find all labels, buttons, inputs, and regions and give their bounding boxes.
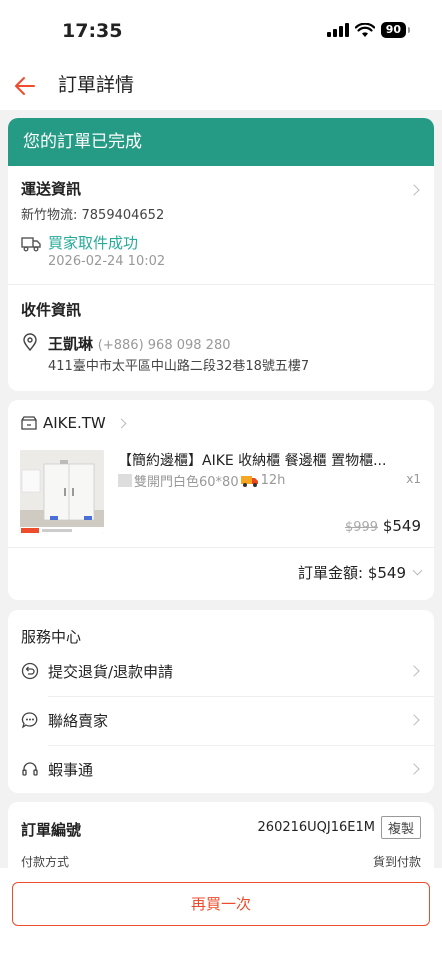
recipient-name-line: 王凱琳 (+886) 968 098 280	[48, 333, 230, 354]
recipient-info-title: 收件資訊	[21, 301, 82, 319]
headset-icon	[22, 762, 38, 776]
status-icons: 90	[326, 22, 411, 38]
chevron-right-icon	[408, 714, 420, 726]
shipping-badge: 12h	[260, 473, 286, 488]
shop-header[interactable]: AIKE.TW	[21, 414, 127, 432]
page-title: 訂單詳情	[58, 74, 135, 96]
return-refund-label: 提交退貨/退款申請	[48, 663, 174, 681]
return-refund-request-row[interactable]: 提交退貨/退款申請	[8, 647, 434, 696]
chevron-right-icon	[408, 184, 420, 196]
variant-color-swatch	[118, 474, 132, 487]
back-arrow-icon[interactable]	[12, 72, 40, 100]
return-icon	[21, 662, 39, 680]
service-center-card: 服務中心 提交退貨/退款申請 聯絡賣家 蝦事通	[8, 610, 434, 793]
sale-price: $549	[382, 517, 421, 535]
shipping-event: 買家取件成功	[48, 234, 139, 252]
divider	[8, 547, 434, 548]
wifi-icon	[354, 22, 375, 37]
nav-bar: 訂單詳情	[0, 62, 442, 110]
recipient-name: 王凱琳	[48, 335, 94, 353]
shop-order-card: AIKE.TW 【簡約邊櫃】AIKE 收納櫃 餐邊櫃 置物櫃... 雙開門白色6…	[8, 400, 434, 600]
order-status-card: 您的訂單已完成 運送資訊 新竹物流: 7859404652 買家取件成功 202…	[8, 118, 434, 391]
original-price: $999	[344, 520, 379, 535]
battery-indicator: 90	[380, 22, 411, 38]
recipient-address: 411臺中市太平區中山路二段32巷18號五樓7	[48, 359, 310, 374]
chevron-right-icon	[408, 763, 420, 775]
product-variant-line: 雙開門白色60*80 12h	[118, 471, 285, 490]
shop-name: AIKE.TW	[43, 414, 106, 432]
customer-service-label: 蝦事通	[48, 761, 94, 779]
product-price-line: $999 $549	[345, 517, 421, 535]
product-title: 【簡約邊櫃】AIKE 收納櫃 餐邊櫃 置物櫃...	[118, 453, 387, 469]
location-pin-icon	[23, 333, 37, 351]
chat-icon	[21, 712, 38, 729]
shop-icon	[21, 416, 37, 430]
status-bar: 17:35 90	[0, 0, 442, 62]
product-qty: x1	[406, 472, 421, 486]
chevron-right-icon	[116, 418, 127, 428]
signal-icon	[326, 23, 349, 37]
product-thumbnail	[20, 450, 104, 534]
service-center-title: 服務中心	[21, 628, 82, 646]
chevron-down-icon	[412, 565, 423, 576]
order-number-label: 訂單編號	[21, 821, 82, 839]
order-number-row: 260216UQJ16E1M 複製	[258, 816, 421, 839]
buy-again-button[interactable]: 再買一次	[12, 882, 430, 926]
recipient-phone: (+886) 968 098 280	[97, 338, 231, 353]
fast-shipping-truck-icon	[240, 475, 258, 487]
truck-icon	[21, 237, 41, 252]
order-completed-banner: 您的訂單已完成	[8, 118, 434, 166]
contact-seller-row[interactable]: 聯絡賣家	[8, 696, 434, 745]
product-variant: 雙開門白色60*80	[134, 475, 239, 490]
order-number: 260216UQJ16E1M	[257, 820, 375, 835]
status-time: 17:35	[62, 20, 123, 42]
bottom-action-bar: 再買一次	[0, 868, 442, 960]
tracking-number: 新竹物流: 7859404652	[21, 208, 165, 223]
copy-button[interactable]: 複製	[380, 816, 421, 839]
contact-seller-label: 聯絡賣家	[48, 712, 109, 730]
order-total-row[interactable]: 訂單金額: $549	[298, 562, 423, 583]
customer-service-row[interactable]: 蝦事通	[8, 745, 434, 793]
recipient-info-section: 收件資訊 王凱琳 (+886) 968 098 280 411臺中市太平區中山路…	[8, 285, 434, 385]
shipping-info-section[interactable]: 運送資訊 新竹物流: 7859404652 買家取件成功 2026-02-24 …	[8, 166, 434, 284]
product-item[interactable]: 【簡約邊櫃】AIKE 收納櫃 餐邊櫃 置物櫃... 雙開門白色60*80 12h…	[8, 444, 434, 544]
chevron-right-icon	[408, 665, 420, 677]
shipping-event-time: 2026-02-24 10:02	[48, 254, 166, 269]
order-total: 訂單金額: $549	[298, 564, 406, 582]
shipping-info-title: 運送資訊	[21, 180, 82, 198]
product-image-cabinet	[20, 450, 104, 534]
